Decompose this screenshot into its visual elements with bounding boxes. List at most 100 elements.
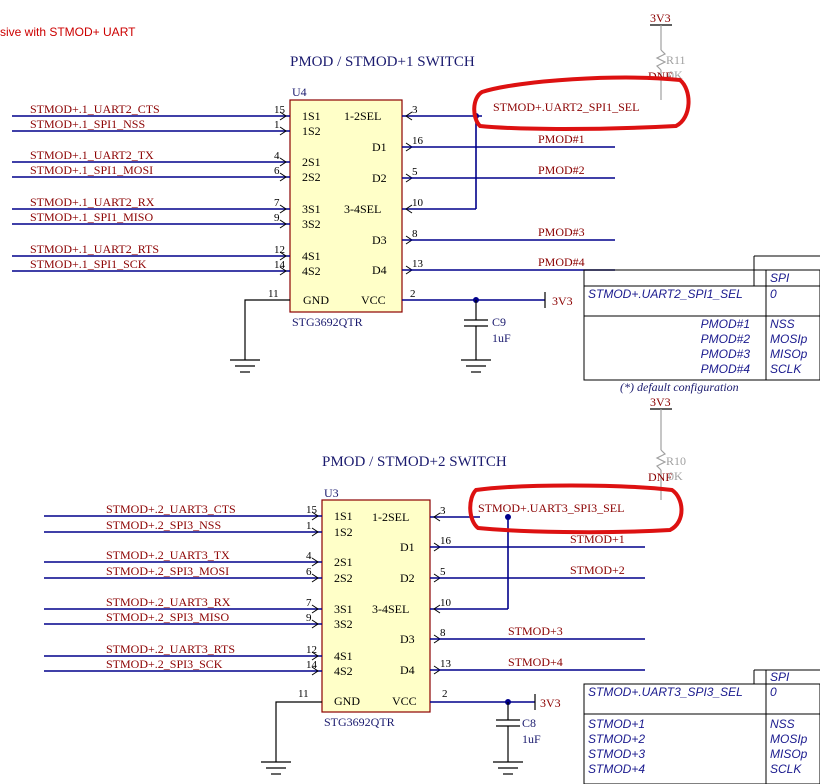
chip-left-pin-name: 3S2 bbox=[302, 217, 321, 231]
switch1-res-power-label: 3V3 bbox=[650, 11, 671, 25]
switch1-part: STG3692QTR bbox=[292, 315, 363, 329]
switch1-ref: U4 bbox=[292, 85, 307, 99]
input-pin-number: 7 bbox=[274, 197, 280, 209]
switch1-capacitor: C9 1uF bbox=[461, 300, 511, 373]
table-row-function: MOSIp bbox=[770, 732, 808, 746]
table-row-function: SCLK bbox=[770, 362, 802, 376]
header-note: sive with STMOD+ UART bbox=[0, 25, 136, 39]
sel12-pin-name: 1-2SEL bbox=[372, 510, 409, 524]
sel34-pin-number: 10 bbox=[412, 197, 424, 209]
chip-left-pin-name: 4S1 bbox=[334, 649, 353, 663]
output-net-label: STMOD+2 bbox=[570, 563, 625, 577]
output-pin-number: 8 bbox=[440, 627, 446, 639]
table1-sel-row: STMOD+.UART2_SPI1_SEL bbox=[588, 287, 743, 301]
chip-left-pin-name: 2S2 bbox=[334, 571, 353, 585]
table-row-function: MISOp bbox=[770, 347, 808, 361]
table2-header: SPI bbox=[770, 670, 790, 684]
switch2-ref: U3 bbox=[324, 486, 339, 500]
switch1-res-ref: R11 bbox=[666, 53, 686, 67]
output-net-label: STMOD+4 bbox=[508, 655, 563, 669]
table1-header: SPI bbox=[770, 271, 790, 285]
switch2-gnd-label: GND bbox=[334, 694, 360, 708]
switch2-cap-ref: C8 bbox=[522, 716, 536, 730]
switch2-gnd-pin: 11 bbox=[298, 688, 309, 700]
output-pin-name: D1 bbox=[372, 140, 387, 154]
chip-left-pin-name: 1S2 bbox=[302, 124, 321, 138]
table-row-net: PMOD#4 bbox=[701, 362, 751, 376]
table-row-function: MOSIp bbox=[770, 332, 808, 346]
sel34-pin-number: 10 bbox=[440, 597, 452, 609]
output-pin-name: D2 bbox=[372, 171, 387, 185]
table-row-function: SCLK bbox=[770, 762, 802, 776]
switch2-vcc-net: 3V3 bbox=[540, 696, 561, 710]
input-net-label: STMOD+.1_SPI1_MISO bbox=[30, 210, 153, 224]
chip-left-pin-name: 4S2 bbox=[334, 664, 353, 678]
switch2-res-power-label: 3V3 bbox=[650, 395, 671, 409]
sel12-pin-number: 3 bbox=[412, 104, 418, 116]
input-net-label: STMOD+.1_SPI1_SCK bbox=[30, 257, 147, 271]
chip-left-pin-name: 2S1 bbox=[334, 555, 353, 569]
table-row-net: PMOD#2 bbox=[701, 332, 751, 346]
output-net-label: PMOD#1 bbox=[538, 132, 585, 146]
output-pin-name: D4 bbox=[372, 263, 387, 277]
output-net-label: PMOD#4 bbox=[538, 255, 585, 269]
sel12-pin-number: 3 bbox=[440, 505, 446, 517]
input-net-label: STMOD+.2_UART3_RTS bbox=[106, 642, 235, 656]
output-pin-number: 13 bbox=[412, 258, 424, 270]
input-pin-number: 1 bbox=[274, 119, 280, 131]
output-pin-name: D3 bbox=[372, 233, 387, 247]
chip-left-pin-name: 1S1 bbox=[334, 509, 353, 523]
chip-left-pin-name: 1S2 bbox=[334, 525, 353, 539]
table-row-net: STMOD+4 bbox=[588, 762, 645, 776]
sel34-pin-name: 3-4SEL bbox=[372, 602, 409, 616]
input-pin-number: 9 bbox=[274, 212, 280, 224]
input-net-label: STMOD+.2_SPI3_NSS bbox=[106, 518, 221, 532]
switch2-title: PMOD / STMOD+2 SWITCH bbox=[322, 454, 507, 470]
switch2-vcc-label: VCC bbox=[392, 694, 417, 708]
switch2-part: STG3692QTR bbox=[324, 715, 395, 729]
output-net-label: PMOD#2 bbox=[538, 163, 585, 177]
switch1-cap-value: 1uF bbox=[492, 331, 511, 345]
table-row-function: MISOp bbox=[770, 747, 808, 761]
switch1-gnd-pin: 11 bbox=[268, 288, 279, 300]
input-net-label: STMOD+.1_SPI1_NSS bbox=[30, 117, 145, 131]
chip-left-pin-name: 3S1 bbox=[334, 602, 353, 616]
table2: SPI STMOD+.UART3_SPI3_SEL 0 STMOD+1 NSS ST… bbox=[583, 669, 820, 784]
chip-left-pin-name: 1S1 bbox=[302, 109, 321, 123]
output-pin-number: 8 bbox=[412, 228, 418, 240]
input-net-label: STMOD+.2_SPI3_MISO bbox=[106, 610, 229, 624]
output-pin-name: D1 bbox=[400, 540, 415, 554]
output-pin-number: 16 bbox=[440, 535, 452, 547]
switch1-vcc-net: 3V3 bbox=[552, 294, 573, 308]
chip-left-pin-name: 4S1 bbox=[302, 249, 321, 263]
input-pin-number: 9 bbox=[306, 612, 312, 624]
table1: SPI STMOD+.UART2_SPI1_SEL 0 PMOD#1 NSS PMO… bbox=[583, 255, 820, 394]
output-pin-name: D4 bbox=[400, 663, 415, 677]
input-net-label: STMOD+.2_SPI3_SCK bbox=[106, 657, 223, 671]
input-net-label: STMOD+.1_UART2_TX bbox=[30, 148, 154, 162]
input-net-label: STMOD+.2_UART3_CTS bbox=[106, 502, 236, 516]
input-pin-number: 4 bbox=[274, 150, 280, 162]
switch2-vcc-pin: 2 bbox=[442, 688, 448, 700]
chip-left-pin-name: 3S1 bbox=[302, 202, 321, 216]
table1-sel-value: 0 bbox=[770, 287, 777, 301]
input-pin-number: 7 bbox=[306, 597, 312, 609]
input-net-label: STMOD+.2_UART3_TX bbox=[106, 548, 230, 562]
sel12-pin-name: 1-2SEL bbox=[344, 109, 381, 123]
sel34-pin-name: 3-4SEL bbox=[344, 202, 381, 216]
output-pin-name: D2 bbox=[400, 571, 415, 585]
input-pin-number: 4 bbox=[306, 550, 312, 562]
switch1-gnd-label: GND bbox=[303, 293, 329, 307]
input-net-label: STMOD+.1_UART2_RX bbox=[30, 195, 155, 209]
output-pin-name: D3 bbox=[400, 632, 415, 646]
switch2-res-ref: R10 bbox=[666, 454, 686, 468]
switch1-cap-ref: C9 bbox=[492, 315, 506, 329]
switch2-capacitor: C8 1uF bbox=[493, 702, 541, 775]
table2-sel-row: STMOD+.UART3_SPI3_SEL bbox=[588, 685, 743, 699]
input-net-label: STMOD+.1_UART2_CTS bbox=[30, 102, 160, 116]
input-net-label: STMOD+.1_UART2_RTS bbox=[30, 242, 159, 256]
table-row-net: STMOD+3 bbox=[588, 747, 645, 761]
switch2-inputs: STMOD+.2_UART3_CTS 15 1S1STMOD+.2_SPI3_NSS… bbox=[44, 502, 353, 678]
chip-left-pin-name: 2S2 bbox=[302, 170, 321, 184]
switch1-vcc-label: VCC bbox=[361, 293, 386, 307]
